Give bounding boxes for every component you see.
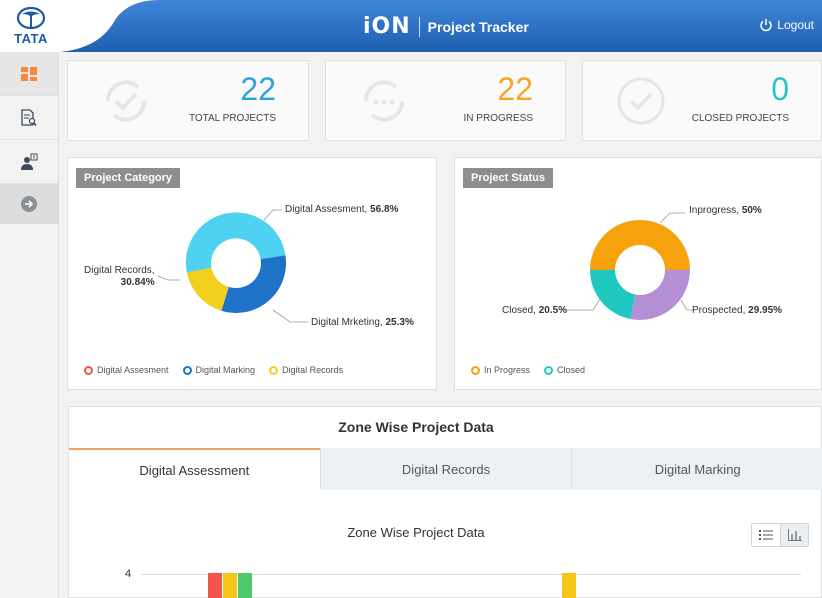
in-progress-label: IN PROGRESS [463,113,533,124]
project-status-panel: Project Status Inprogress, 50% Prospecte… [454,157,822,390]
list-icon [759,530,773,540]
callout-prospected: Prospected, 29.95% [692,305,783,316]
callout-digital-assesment: Digital Assesment, 56.8% [285,204,399,215]
donut-slice-prospected [630,270,690,320]
tata-logo[interactable]: TATA [0,0,62,52]
status-legend: In Progress Closed [471,365,585,375]
y-axis-tick: 4 [125,568,132,580]
donut-slice-closed [590,270,636,319]
legend-marker-icon [544,365,554,375]
power-icon [760,19,772,32]
brand: iON Project Tracker [363,14,529,39]
in-progress-count: 22 [497,71,533,107]
legend-marker-icon [84,365,93,375]
stat-card-in-progress: 22 IN PROGRESS [325,60,566,141]
callout-closed: Closed, 20.5% [502,305,568,316]
chart-bar[interactable] [562,573,576,598]
logo-text: TATA [14,31,48,46]
bar-chart-icon [787,529,802,541]
document-search-icon [21,108,37,126]
stat-card-closed: 0 CLOSED PROJECTS [582,60,822,141]
refresh-dots-icon [363,80,405,122]
legend-marker-icon [471,365,480,375]
closed-projects-label: CLOSED PROJECTS [691,113,789,124]
zone-section: Zone Wise Project Data Digital Assessmen… [68,406,822,598]
total-projects-count: 22 [240,71,276,107]
refresh-check-icon [105,80,147,122]
ion-logo: iON [363,14,411,39]
category-legend: Digital Assesment Digital Marking Digita… [84,365,343,375]
total-projects-label: TOTAL PROJECTS [188,113,276,124]
chart-view-button[interactable] [780,524,808,546]
callout-digital-marketing: Digital Mrketing, 25.3% [311,317,414,328]
check-circle-icon [617,77,665,125]
legend-item-digital-marking[interactable]: Digital Marking [182,365,255,375]
legend-item-digital-records[interactable]: Digital Records [269,365,343,375]
sidebar [0,52,59,598]
sidebar-expand-button[interactable] [0,184,58,224]
chart-bar[interactable] [238,573,252,598]
tata-emblem-icon [16,6,46,30]
sidebar-item-reports[interactable] [0,96,58,140]
logout-label: Logout [777,18,814,32]
app-header: TATA iON Project Tracker Logout [0,0,822,52]
legend-item-digital-assesment[interactable]: Digital Assesment [84,365,169,375]
project-status-donut[interactable] [455,158,822,391]
donut-slice-digital-marking [221,255,287,313]
chart-bar[interactable] [208,573,222,598]
tab-digital-records[interactable]: Digital Records [319,448,572,490]
sidebar-item-dashboard[interactable] [0,52,58,96]
project-category-panel: Project Category Digital Assesment, 56.8… [67,157,437,390]
callout-digital-records: Digital Records, 30.84% [84,265,155,288]
callout-inprogress: Inprogress, 50% [689,205,762,216]
tab-digital-assessment[interactable]: Digital Assessment [69,448,320,490]
legend-item-in-progress[interactable]: In Progress [471,365,530,375]
dashboard-icon [21,66,37,81]
zone-section-title: Zone Wise Project Data [338,419,494,435]
zone-tabs: Digital Assessment Digital Records Digit… [69,448,822,490]
donut-slice-digital-records [186,267,229,311]
legend-item-closed[interactable]: Closed [544,365,585,375]
chart-view-toggle [751,523,809,547]
donut-slice-inprogress [590,219,690,270]
user-badge-icon [21,153,38,170]
list-view-button[interactable] [752,524,780,546]
chart-bar[interactable] [223,573,237,598]
tab-digital-marking[interactable]: Digital Marking [571,448,822,490]
closed-projects-count: 0 [771,71,789,107]
legend-marker-icon [269,365,279,375]
logout-button[interactable]: Logout [759,18,814,32]
brand-divider [418,16,420,37]
arrow-right-icon [21,195,37,212]
app-title: Project Tracker [427,18,529,35]
stat-card-total: 22 TOTAL PROJECTS [67,60,309,141]
sidebar-item-users[interactable] [0,140,58,184]
zone-chart-title: Zone Wise Project Data [347,525,485,540]
legend-marker-icon [182,365,192,375]
